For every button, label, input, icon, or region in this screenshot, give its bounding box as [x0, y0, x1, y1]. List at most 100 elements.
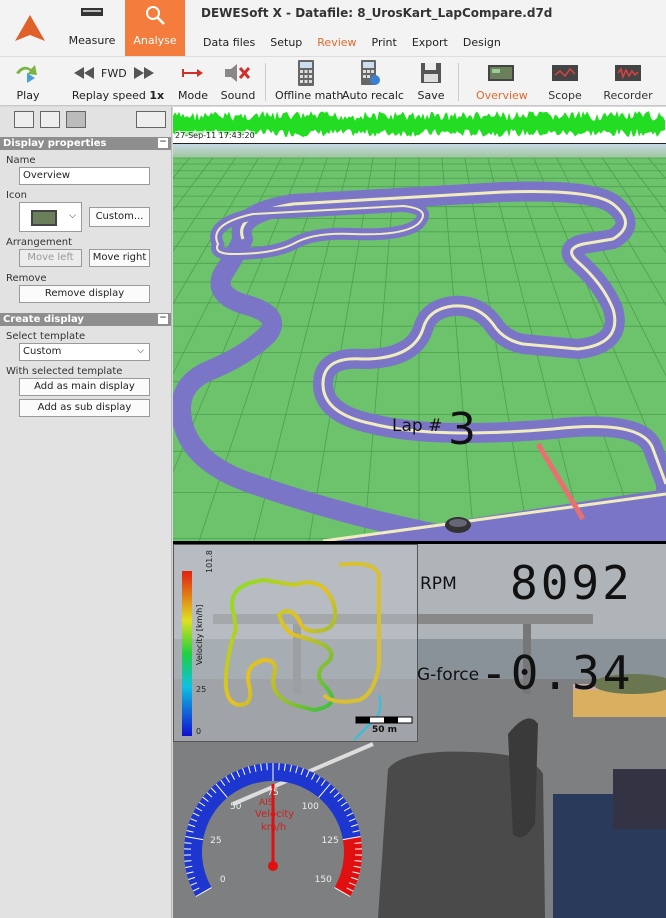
properties-panel: Display properties − Name Overview Icon … [0, 107, 172, 918]
remove-display-button[interactable]: Remove display [19, 285, 150, 303]
velocity-axis-mid: 25 [196, 685, 207, 694]
display-name-input[interactable]: Overview [19, 167, 150, 185]
overview-display[interactable]: 27-Sep-11 17:43:20 Lap # 3 Velocity [km/… [173, 107, 666, 918]
toolbar-separator [458, 63, 459, 101]
mode-button[interactable]: Mode [178, 59, 208, 102]
menu-design[interactable]: Design [463, 36, 501, 49]
gps-track-map-graphic [182, 561, 413, 741]
gforce-label: G-force [417, 665, 480, 685]
analyse-mode-button[interactable]: Analyse [125, 0, 185, 56]
play-label: Play [16, 89, 40, 102]
create-display-title: Create display [3, 314, 84, 325]
panel-settings-icon[interactable] [136, 111, 166, 128]
mode-arrow-icon [182, 69, 203, 77]
gauge-tick-label: 50 [229, 801, 242, 812]
collapse-icon[interactable]: − [158, 138, 168, 148]
sound-muted-icon [225, 64, 251, 82]
gauge-title-ais: AIS [259, 798, 274, 808]
gauge-tick-label: 75 [267, 788, 279, 798]
display-view-icon[interactable] [66, 111, 86, 128]
offline-math-button[interactable]: Offline math [275, 59, 344, 102]
selected-display-icon [31, 210, 57, 226]
gps-track-map[interactable]: Velocity [km/h] 101.8 25 0 50 m [173, 544, 418, 742]
icon-label: Icon [6, 190, 27, 201]
menu-review[interactable]: Review [317, 36, 356, 49]
scope-label: Scope [548, 89, 582, 102]
menu-print[interactable]: Print [372, 36, 397, 49]
auto-recalc-label: Auto recalc [342, 89, 404, 102]
menu-setup[interactable]: Setup [270, 36, 302, 49]
gauge-tick-label: 150 [314, 875, 332, 885]
play-button[interactable]: Play [10, 59, 46, 102]
custom-icon-button[interactable]: Custom... [89, 207, 150, 227]
measure-mode-button[interactable]: Measure [62, 0, 122, 56]
gauge-tick-label: 100 [301, 801, 319, 812]
chevron-down-icon: ⌵ [69, 211, 76, 221]
gforce-value: -0.34 [480, 646, 634, 700]
add-sub-display-button[interactable]: Add as sub display [19, 399, 150, 417]
select-template-label: Select template [6, 331, 86, 342]
gauge-tick-label: 0 [219, 875, 226, 885]
template-select[interactable]: Custom ⌵ [19, 343, 150, 361]
velocity-gauge[interactable]: 0 25 50 75 100 125 150 AIS Velocity km/h [173, 742, 373, 918]
velocity-axis-label: Velocity [km/h] [195, 604, 204, 665]
icon-picker-row: ⌵ Custom... [19, 202, 171, 232]
lap-number: 3 [448, 404, 476, 455]
rewind-icon[interactable] [73, 66, 95, 80]
velocity-axis-min: 0 [196, 727, 202, 736]
mode-label: Mode [178, 89, 208, 102]
display-properties-title: Display properties [3, 138, 107, 149]
magnifier-icon [146, 6, 165, 25]
move-left-button[interactable]: Move left [19, 249, 82, 267]
top-bar: Measure Analyse DEWESoft X - Datafile: 8… [0, 0, 666, 56]
list-view-icon[interactable] [14, 111, 34, 128]
toolbar: Play FWD Replay speed 1x Mode Sound Offl… [0, 56, 666, 106]
offline-math-label: Offline math [275, 89, 344, 102]
auto-recalc-button[interactable]: Auto recalc [342, 59, 404, 102]
direction-label: FWD [101, 66, 127, 80]
create-display-header: Create display − [0, 313, 171, 326]
timestamp-label: 27-Sep-11 17:43:20 [175, 131, 255, 140]
collapse-icon[interactable]: − [158, 314, 168, 324]
sound-button[interactable]: Sound [220, 59, 256, 102]
save-label: Save [417, 89, 445, 102]
window-title: DEWESoft X - Datafile: 8_UrosKart_LapCom… [201, 6, 553, 20]
floppy-disk-icon [421, 63, 441, 83]
track-3d-view[interactable]: Lap # 3 [173, 144, 666, 551]
replay-speed-label: Replay speed [71, 89, 146, 102]
scope-display-tab[interactable]: Scope [545, 59, 585, 102]
icon-selector[interactable]: ⌵ [19, 202, 82, 232]
menu-data-files[interactable]: Data files [203, 36, 255, 49]
analyse-label: Analyse [133, 34, 177, 47]
gauge-unit: km/h [261, 822, 287, 833]
recorder-overview-strip[interactable]: 27-Sep-11 17:43:20 [173, 107, 666, 144]
gauge-title-velocity: Velocity [255, 809, 295, 820]
dewesoft-logo-icon [15, 15, 45, 41]
overview-label: Overview [476, 89, 528, 102]
scope-display-icon [552, 65, 578, 81]
video-overlay-area[interactable]: Velocity [km/h] 101.8 25 0 50 m RPM 8092… [173, 544, 666, 918]
main-menu: Data files Setup Review Print Export Des… [203, 36, 516, 49]
recorder-display-tab[interactable]: Recorder [603, 59, 653, 102]
menu-export[interactable]: Export [412, 36, 448, 49]
map-scale-label: 50 m [372, 725, 398, 735]
fast-forward-icon[interactable] [133, 66, 155, 80]
measure-label: Measure [68, 34, 116, 47]
value-view-icon[interactable] [40, 111, 60, 128]
recorder-label: Recorder [603, 89, 653, 102]
gauge-tick-label: 25 [210, 835, 222, 846]
velocity-axis-max: 101.8 [204, 550, 214, 573]
with-selected-template-label: With selected template [6, 366, 123, 377]
replay-speed-control[interactable]: FWD Replay speed 1x [63, 59, 173, 103]
move-right-button[interactable]: Move right [89, 249, 150, 267]
arrangement-label: Arrangement [6, 237, 73, 248]
add-main-display-button[interactable]: Add as main display [19, 378, 150, 396]
overview-display-tab[interactable]: Overview [476, 59, 528, 102]
calculator-icon [298, 60, 314, 86]
overview-display-icon [488, 65, 514, 81]
template-select-value: Custom [23, 346, 62, 357]
panel-view-switcher [0, 107, 171, 137]
recorder-display-icon [615, 65, 641, 81]
arrangement-row: Move left Move right [19, 249, 171, 268]
save-button[interactable]: Save [415, 59, 447, 102]
